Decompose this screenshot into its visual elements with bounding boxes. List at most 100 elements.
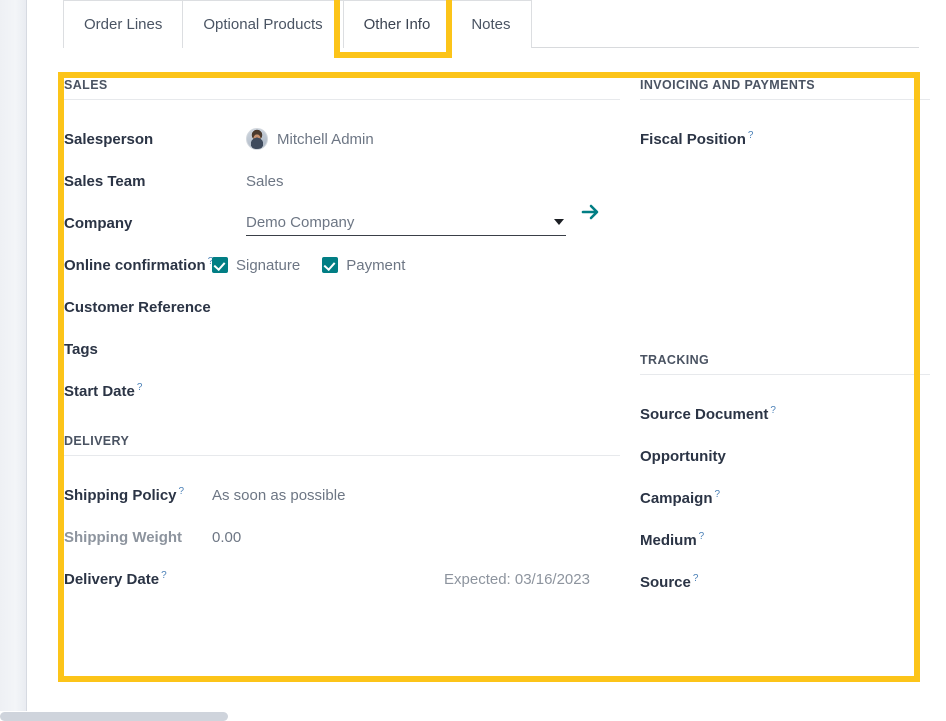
checkbox-payment[interactable]: Payment <box>322 257 427 274</box>
checkbox-checked-icon[interactable] <box>212 257 228 273</box>
field-label: Tags <box>64 340 98 358</box>
field-label: Opportunity <box>640 447 726 465</box>
horizontal-scrollbar-thumb[interactable] <box>0 712 228 721</box>
field-label: Source Document? <box>640 405 776 423</box>
help-icon[interactable]: ? <box>693 573 699 584</box>
tab-notes[interactable]: Notes <box>450 0 532 48</box>
field-label-text: Source Document <box>640 406 769 423</box>
arrow-right-icon[interactable] <box>580 201 602 223</box>
field-sales-team: Sales Team Sales <box>64 160 620 202</box>
group-title-tracking: Tracking <box>640 353 710 367</box>
field-label-text: Delivery Date <box>64 571 160 588</box>
field-shipping-policy: Shipping Policy? As soon as possible <box>64 474 620 516</box>
field-value[interactable]: As soon as possible <box>212 487 345 504</box>
help-icon[interactable]: ? <box>715 489 721 500</box>
right-column: Invoicing and Payments Fiscal Position? … <box>640 78 930 603</box>
field-label: Sales Team <box>64 172 146 190</box>
field-label: Campaign? <box>640 489 720 507</box>
company-select[interactable]: Demo Company <box>246 210 566 236</box>
horizontal-scrollbar-track[interactable] <box>0 711 946 721</box>
field-value[interactable]: Sales <box>246 173 284 190</box>
field-label: Salesperson <box>64 130 154 148</box>
field-label: Source? <box>640 573 698 591</box>
tab-label: Notes <box>471 16 511 33</box>
notebook-tabbar: Order Lines Optional Products Other Info… <box>63 0 919 49</box>
field-label-text: Fiscal Position <box>640 131 746 148</box>
field-customer-reference: Customer Reference <box>64 286 620 328</box>
field-start-date: Start Date? <box>64 370 620 412</box>
user-avatar-icon <box>246 128 268 150</box>
field-label: Customer Reference <box>64 298 211 316</box>
field-label: Shipping Policy? <box>64 486 184 504</box>
field-label-text: Start Date <box>64 383 135 400</box>
checkbox-label: Signature <box>236 256 301 274</box>
field-label: Fiscal Position? <box>640 130 753 148</box>
checkbox-signature[interactable]: Signature <box>212 257 322 274</box>
group-divider <box>640 374 930 375</box>
field-label-text: Source <box>640 574 691 591</box>
field-value: Mitchell Admin <box>277 130 374 148</box>
checkbox-checked-icon[interactable] <box>322 257 339 273</box>
field-label-text: Medium <box>640 532 697 549</box>
field-source: Source? <box>640 561 930 603</box>
field-value-wrap[interactable]: Mitchell Admin <box>246 128 374 150</box>
field-shipping-weight: Shipping Weight 0.00 <box>64 516 620 558</box>
help-icon[interactable]: ? <box>748 130 754 141</box>
field-label: Shipping Weight <box>64 528 183 546</box>
tab-optional-products[interactable]: Optional Products <box>182 0 343 48</box>
group-title-delivery: Delivery <box>64 434 130 448</box>
invoicing-fields: Fiscal Position? <box>640 118 930 160</box>
group-divider <box>64 99 620 100</box>
help-icon[interactable]: ? <box>161 570 167 581</box>
checkbox-label: Payment <box>346 256 406 274</box>
field-value: 0.00 <box>212 528 242 546</box>
help-icon[interactable]: ? <box>179 486 185 497</box>
group-title-sales: Sales <box>64 78 108 92</box>
help-icon[interactable]: ? <box>770 405 776 416</box>
tracking-fields: Source Document? Opportunity Campaign? M… <box>640 393 930 603</box>
group-delivery: Delivery Shipping Policy? As soon as pos… <box>64 434 620 600</box>
field-label-text: Online confirmation <box>64 257 206 274</box>
company-value: Demo Company <box>246 214 355 231</box>
group-divider <box>640 99 930 100</box>
field-label: Delivery Date? <box>64 570 167 588</box>
group-sales: Sales Salesperson Mitchell Admin Sales T… <box>64 78 620 412</box>
help-icon[interactable]: ? <box>699 531 705 542</box>
field-salesperson: Salesperson Mitchell Admin <box>64 118 620 160</box>
online-confirmation-options: Signature Payment <box>212 257 427 274</box>
field-label-text: Shipping Policy <box>64 487 177 504</box>
group-tracking: Tracking Source Document? Opportunity Ca… <box>640 353 930 603</box>
tab-label: Optional Products <box>203 16 323 33</box>
group-invoicing: Invoicing and Payments Fiscal Position? <box>640 78 930 160</box>
field-label: Medium? <box>640 531 704 549</box>
delivery-fields: Shipping Policy? As soon as possible Shi… <box>64 474 620 600</box>
tab-label: Other Info <box>363 16 431 33</box>
help-icon[interactable]: ? <box>137 382 143 393</box>
field-label: Company <box>64 214 133 232</box>
field-opportunity: Opportunity <box>640 435 930 477</box>
group-title-invoicing: Invoicing and Payments <box>640 78 816 92</box>
delivery-date-expected-hint: Expected: 03/16/2023 <box>444 570 590 588</box>
chevron-down-icon[interactable] <box>554 219 564 225</box>
field-label: Start Date? <box>64 382 142 400</box>
field-fiscal-position: Fiscal Position? <box>640 118 930 160</box>
field-company: Company Demo Company <box>64 202 620 244</box>
tab-order-lines[interactable]: Order Lines <box>63 0 183 48</box>
field-medium: Medium? <box>640 519 930 561</box>
page-gutter <box>0 0 26 711</box>
field-label: Online confirmation? <box>64 256 213 274</box>
tab-other-info[interactable]: Other Info <box>342 0 451 49</box>
field-delivery-date: Delivery Date? Expected: 03/16/2023 <box>64 558 620 600</box>
field-label-text: Campaign <box>640 490 713 507</box>
field-source-document: Source Document? <box>640 393 930 435</box>
field-online-confirmation: Online confirmation? Signature Payment <box>64 244 620 286</box>
left-column: Sales Salesperson Mitchell Admin Sales T… <box>64 78 620 600</box>
notebook-tabs: Order Lines Optional Products Other Info… <box>63 0 532 49</box>
group-divider <box>64 455 620 456</box>
sales-fields: Salesperson Mitchell Admin Sales Team Sa… <box>64 118 620 412</box>
other-info-panel: Sales Salesperson Mitchell Admin Sales T… <box>64 78 930 676</box>
tab-label: Order Lines <box>84 16 163 33</box>
sale-order-other-info-page: Order Lines Optional Products Other Info… <box>0 0 946 721</box>
field-campaign: Campaign? <box>640 477 930 519</box>
field-tags: Tags <box>64 328 620 370</box>
